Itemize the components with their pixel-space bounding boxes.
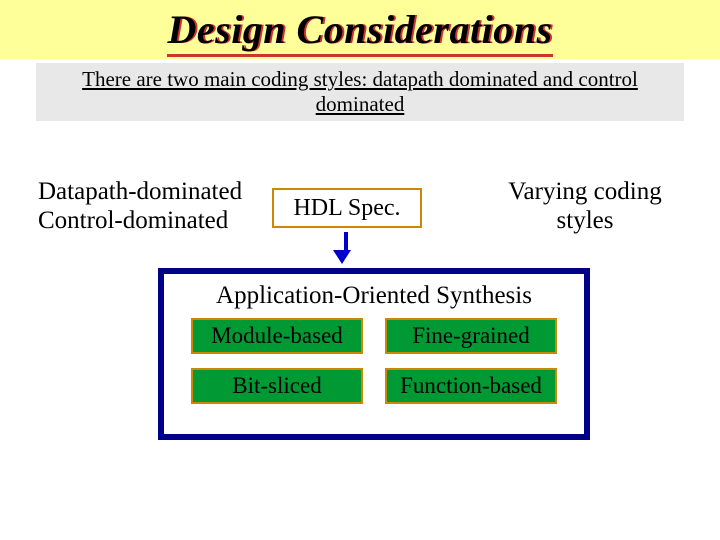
varying-line2: styles bbox=[480, 207, 690, 236]
synthesis-row-1: Module-based Fine-grained bbox=[164, 318, 584, 354]
subtitle-text: There are two main coding styles: datapa… bbox=[82, 67, 638, 116]
box-module-based: Module-based bbox=[191, 318, 363, 354]
synthesis-panel: Application-Oriented Synthesis Module-ba… bbox=[158, 268, 590, 440]
list-item-control: Control-dominated bbox=[38, 207, 242, 236]
title-bar: Design Considerations bbox=[0, 0, 720, 59]
list-item-datapath: Datapath-dominated bbox=[38, 178, 242, 207]
mid-row: Datapath-dominated Control-dominated HDL… bbox=[0, 178, 720, 258]
varying-styles-text: Varying coding styles bbox=[480, 178, 690, 236]
domination-list: Datapath-dominated Control-dominated bbox=[38, 178, 242, 236]
varying-line1: Varying coding bbox=[480, 178, 690, 207]
hdl-spec-box: HDL Spec. bbox=[272, 188, 422, 228]
box-fine-grained: Fine-grained bbox=[385, 318, 557, 354]
box-bit-sliced: Bit-sliced bbox=[191, 368, 363, 404]
down-arrow-icon bbox=[340, 232, 351, 264]
box-function-based: Function-based bbox=[385, 368, 557, 404]
synthesis-heading: Application-Oriented Synthesis bbox=[164, 282, 584, 310]
synthesis-row-2: Bit-sliced Function-based bbox=[164, 368, 584, 404]
slide-title: Design Considerations bbox=[167, 6, 552, 57]
subtitle-bar: There are two main coding styles: datapa… bbox=[36, 63, 684, 121]
